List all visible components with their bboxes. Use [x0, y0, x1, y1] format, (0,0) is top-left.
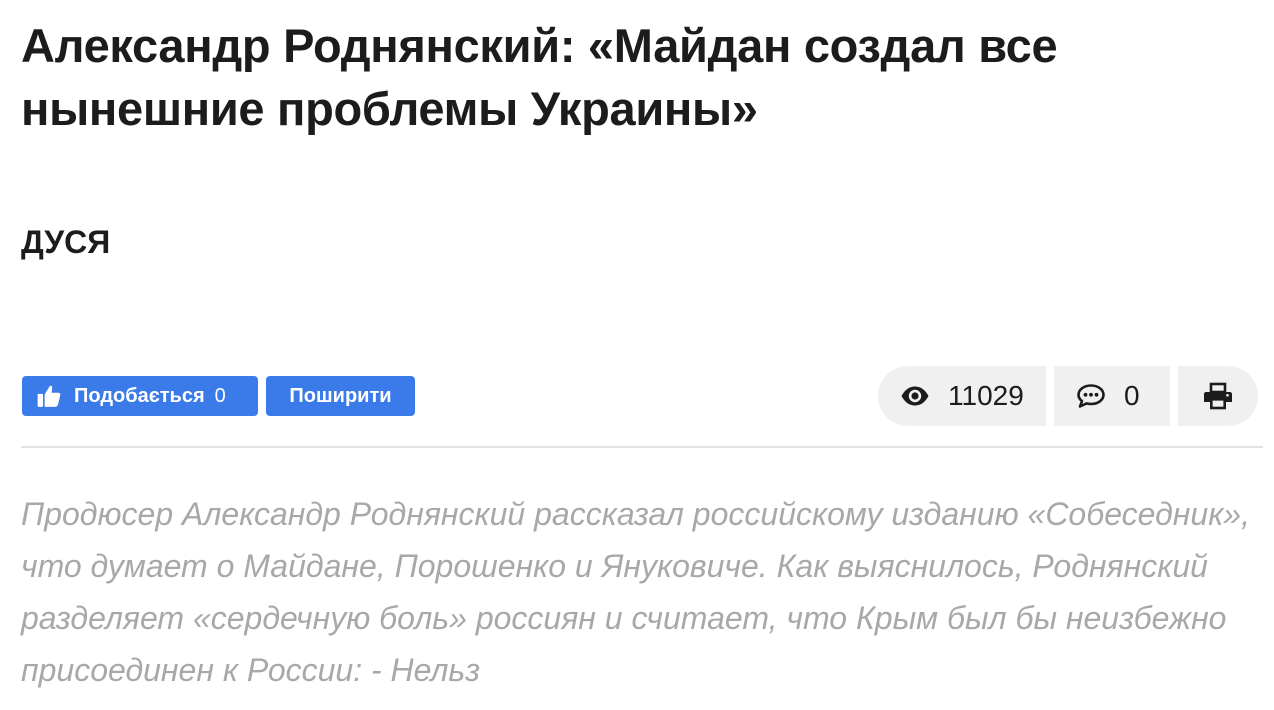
print-button[interactable]	[1178, 366, 1258, 426]
like-label: Подобається	[74, 384, 205, 407]
article-author[interactable]: ДУСЯ	[21, 222, 110, 262]
views-stat: 11029	[878, 366, 1046, 426]
thumbs-up-icon	[36, 383, 62, 409]
like-button[interactable]: Подобається 0	[22, 376, 258, 416]
comments-count: 0	[1124, 380, 1140, 411]
printer-icon	[1203, 382, 1233, 410]
comments-stat[interactable]: 0	[1054, 366, 1170, 426]
views-count: 11029	[948, 380, 1024, 411]
eye-icon	[900, 385, 930, 407]
article-lead: Продюсер Александр Роднянский рассказал …	[21, 496, 1250, 688]
comment-icon	[1076, 383, 1106, 409]
divider	[21, 446, 1263, 448]
social-buttons: Подобається 0 Поширити	[22, 376, 415, 416]
like-count: 0	[214, 384, 226, 407]
article-title: Александр Роднянский: «Майдан создал все…	[21, 19, 1058, 135]
article-page: Александр Роднянский: «Майдан создал все…	[0, 0, 1274, 710]
share-button[interactable]: Поширити	[266, 376, 415, 416]
article-stats: 11029 0	[878, 366, 1258, 426]
